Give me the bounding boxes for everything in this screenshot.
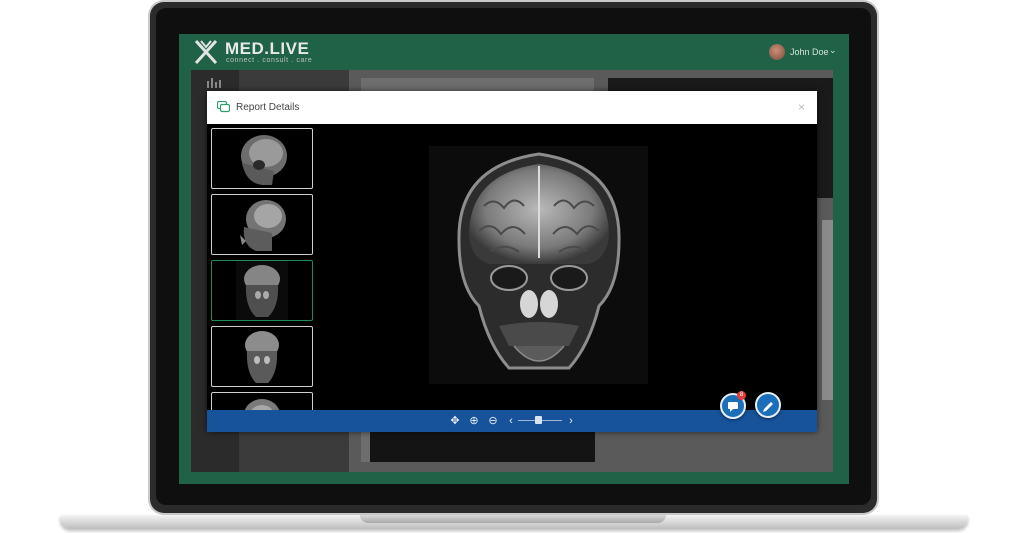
chevron-left-icon[interactable]: ‹ <box>504 413 518 429</box>
thumbnail-coronal-2[interactable] <box>211 326 313 387</box>
slice-slider-handle[interactable] <box>535 416 542 424</box>
thumbnail-coronal-selected[interactable] <box>211 260 313 321</box>
move-icon[interactable]: ✥ <box>448 413 462 429</box>
notification-badge: 8 <box>737 391 746 400</box>
close-icon[interactable]: × <box>798 100 805 114</box>
app-header: MED.LIVE connect . consult . care John D… <box>179 34 849 72</box>
avatar[interactable] <box>769 44 785 60</box>
chevron-down-icon[interactable]: ⌄ <box>829 45 837 56</box>
laptop-notch <box>360 515 666 523</box>
bar-chart-icon[interactable] <box>207 78 223 88</box>
zoom-in-icon[interactable]: ⊕ <box>467 413 481 429</box>
background-panel <box>822 220 833 400</box>
modal-header: Report Details × <box>207 91 817 124</box>
report-details-modal: Report Details × ✥ ⊕ ⊖ ‹ › <box>207 91 817 432</box>
mri-scan-viewer[interactable] <box>429 146 648 384</box>
pen-icon <box>763 402 773 412</box>
user-name[interactable]: John Doe <box>790 47 829 57</box>
modal-title: Report Details <box>236 102 300 113</box>
thumbnail-sagittal-2[interactable] <box>211 194 313 255</box>
zoom-out-icon[interactable]: ⊖ <box>486 413 500 429</box>
annotate-button[interactable] <box>755 392 781 418</box>
chat-bubbles-icon <box>217 101 230 113</box>
brand-tagline: connect . consult . care <box>226 57 313 64</box>
thumbnail-axial[interactable] <box>211 392 313 410</box>
brand-name: MED.LIVE <box>225 39 310 58</box>
thumbnail-list[interactable] <box>207 124 317 410</box>
thumbnail-sagittal-1[interactable] <box>211 128 313 189</box>
chevron-right-icon[interactable]: › <box>564 413 578 429</box>
medlive-logo-icon <box>194 39 218 65</box>
